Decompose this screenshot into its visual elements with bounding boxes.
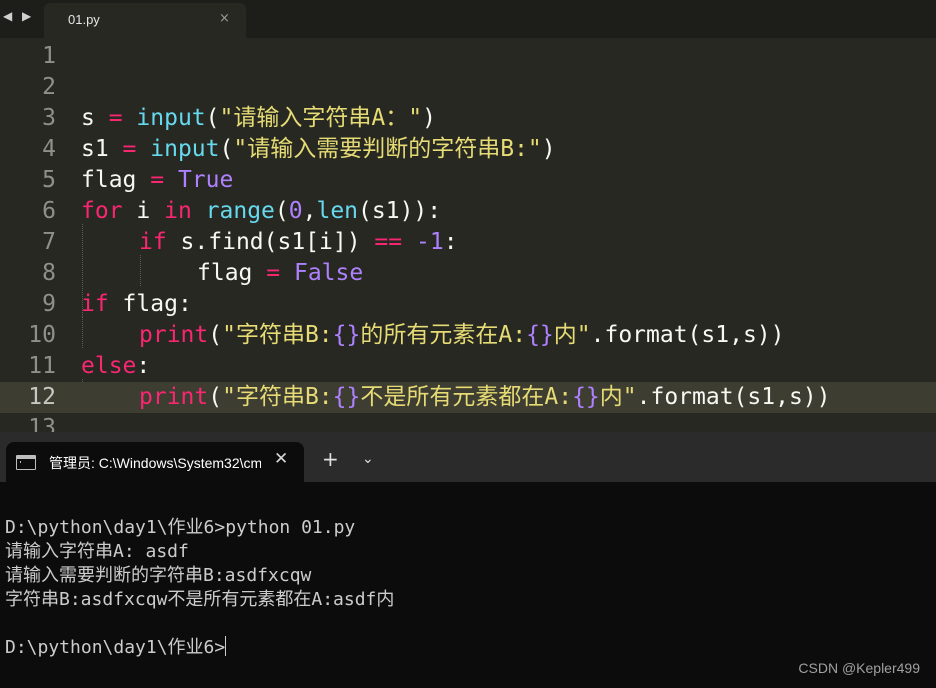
code-text: s = input("请输入字符串A：") (81, 105, 436, 131)
terminal-line: 字符串B:asdfxcqw不是所有元素都在A:asdf内 (5, 589, 395, 610)
terminal-tab-bar: 管理员: C:\Windows\System32\cmd.exe ✕ + ⌄ (0, 432, 936, 482)
editor-tab-bar: ◀ ▶ 01.py × (0, 0, 936, 38)
code-area[interactable]: 1 2 3 s = input("请输入字符串A：") 4 s1 = input… (0, 38, 936, 432)
line-number: 2 (42, 74, 56, 100)
code-line[interactable]: 6 for i in range(0,len(s1)): (0, 196, 936, 227)
code-line[interactable]: 11 else: (0, 351, 936, 382)
line-number: 9 (42, 291, 56, 317)
code-text: flag = False (197, 260, 364, 286)
new-tab-button[interactable]: + (322, 449, 339, 469)
terminal-window[interactable]: 管理员: C:\Windows\System32\cmd.exe ✕ + ⌄ D… (0, 432, 936, 688)
code-line[interactable]: 13 (0, 413, 936, 432)
nav-forward-icon[interactable]: ▶ (22, 8, 31, 24)
code-line[interactable]: 7 if s.find(s1[i]) == -1: (0, 227, 936, 258)
line-number: 4 (42, 136, 56, 162)
code-line[interactable]: 1 (0, 41, 936, 72)
code-text: if flag: (81, 291, 192, 317)
terminal-icon (16, 455, 36, 470)
nav-back-icon[interactable]: ◀ (3, 8, 12, 24)
line-number: 1 (42, 43, 56, 69)
code-text: print("字符串B:{}不是所有元素都在A:{}内".format(s1,s… (139, 384, 831, 410)
terminal-line: 请输入需要判断的字符串B:asdfxcqw (5, 565, 312, 586)
code-line[interactable]: 2 (0, 72, 936, 103)
code-line[interactable]: 5 flag = True (0, 165, 936, 196)
code-line[interactable]: 10 print("字符串B:{}的所有元素在A:{}内".format(s1,… (0, 320, 936, 351)
code-text: if s.find(s1[i]) == -1: (139, 229, 458, 255)
code-text: else: (81, 353, 151, 379)
code-text: for i in range(0,len(s1)): (81, 198, 442, 224)
terminal-tab[interactable]: 管理员: C:\Windows\System32\cmd.exe ✕ (6, 442, 304, 482)
code-line[interactable]: 9 if flag: (0, 289, 936, 320)
line-number: 11 (28, 353, 56, 379)
line-number: 3 (42, 105, 56, 131)
file-tab-title: 01.py (68, 12, 100, 27)
line-number: 13 (28, 415, 56, 432)
code-line[interactable]: 8 flag = False (0, 258, 936, 289)
close-icon[interactable]: ✕ (274, 449, 288, 469)
line-number: 10 (28, 322, 56, 348)
file-tab[interactable]: 01.py × (44, 3, 246, 38)
terminal-output[interactable]: D:\python\day1\作业6>python 01.py 请输入字符串A:… (0, 482, 936, 688)
line-number: 7 (42, 229, 56, 255)
code-line[interactable]: 3 s = input("请输入字符串A：") (0, 103, 936, 134)
chevron-down-icon[interactable]: ⌄ (362, 450, 374, 468)
terminal-tab-title: 管理员: C:\Windows\System32\cmd.exe (49, 455, 261, 471)
code-text: print("字符串B:{}的所有元素在A:{}内".format(s1,s)) (139, 322, 785, 348)
line-number: 12 (28, 384, 56, 410)
code-line-current[interactable]: 12 print("字符串B:{}不是所有元素都在A:{}内".format(s… (0, 382, 936, 413)
line-number: 5 (42, 167, 56, 193)
line-number: 8 (42, 260, 56, 286)
text-cursor (225, 636, 227, 656)
code-editor[interactable]: ◀ ▶ 01.py × 1 2 3 s = input("请输入字符串A：") … (0, 0, 936, 432)
prompt-text: D:\python\day1\作业6> (5, 637, 226, 658)
close-icon[interactable]: × (219, 11, 230, 26)
terminal-line: D:\python\day1\作业6>python 01.py (5, 517, 356, 538)
code-line[interactable]: 4 s1 = input("请输入需要判断的字符串B:") (0, 134, 936, 165)
code-text: flag = True (81, 167, 234, 193)
code-text: s1 = input("请输入需要判断的字符串B:") (81, 136, 556, 162)
terminal-prompt[interactable]: D:\python\day1\作业6> (5, 636, 227, 660)
line-number: 6 (42, 198, 56, 224)
terminal-line: 请输入字符串A: asdf (5, 541, 189, 562)
watermark: CSDN @Kepler499 (798, 660, 920, 676)
